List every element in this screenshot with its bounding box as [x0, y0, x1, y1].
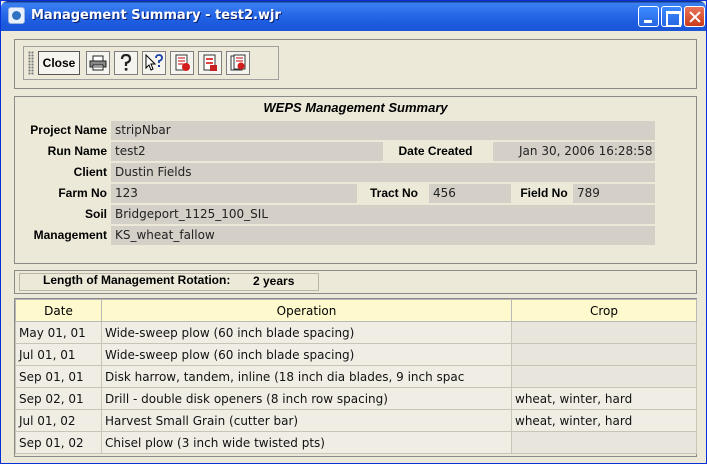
table-row[interactable]: Sep 01, 02 Chisel plow (3 inch wide twis… [15, 431, 697, 454]
summary-title: WEPS Management Summary [263, 100, 448, 115]
field-no-label: Field No [520, 186, 568, 200]
app-icon[interactable] [8, 7, 25, 24]
project-name-value: stripNbar [111, 121, 655, 140]
cell-operation[interactable]: Disk harrow, tandem, inline (18 inch dia… [101, 365, 512, 388]
cell-crop[interactable]: wheat, winter, hard [511, 387, 697, 410]
cell-operation[interactable]: Wide-sweep plow (60 inch blade spacing) [101, 343, 512, 366]
management-label: Management [33, 228, 107, 242]
report-doc-icon [203, 54, 217, 71]
minimize-button[interactable] [638, 6, 659, 27]
cell-crop[interactable] [511, 365, 697, 388]
management-value: KS_wheat_fallow [111, 226, 655, 245]
table-row[interactable]: Sep 01, 01 Disk harrow, tandem, inline (… [15, 365, 697, 388]
help-button[interactable] [114, 51, 138, 75]
close-button[interactable]: Close [38, 51, 80, 75]
maximize-button[interactable] [661, 6, 682, 27]
table-row[interactable]: May 01, 01 Wide-sweep plow (60 inch blad… [15, 321, 697, 344]
table-header-row: Date Operation Crop [15, 299, 697, 322]
soil-value: Bridgeport_1125_100_SIL [111, 205, 655, 224]
context-help-icon [145, 54, 163, 71]
tract-no-label: Tract No [369, 186, 418, 200]
cell-operation[interactable]: Drill - double disk openers (8 inch row … [101, 387, 512, 410]
cell-date[interactable]: Jul 01, 02 [15, 409, 102, 432]
toolbar: Close [23, 46, 279, 80]
cell-operation[interactable]: Chisel plow (3 inch wide twisted pts) [101, 431, 512, 454]
document-button[interactable] [198, 51, 222, 75]
report-close-icon [230, 54, 246, 71]
table-row[interactable]: Jul 01, 01 Wide-sweep plow (60 inch blad… [15, 343, 697, 366]
printer-icon [89, 55, 107, 71]
run-name-value: test2 [111, 142, 383, 161]
print-button[interactable] [86, 51, 110, 75]
context-help-button[interactable] [142, 51, 166, 75]
tract-no-value: 456 [429, 184, 511, 203]
cell-date[interactable]: Sep 01, 01 [15, 365, 102, 388]
rotation-label: Length of Management Rotation: [43, 273, 231, 287]
cell-date[interactable]: Jul 01, 01 [15, 343, 102, 366]
run-name-label: Run Name [47, 144, 107, 158]
operations-panel: Date Operation Crop May 01, 01 Wide-swee… [14, 298, 697, 457]
farm-no-label: Farm No [58, 186, 107, 200]
window-close-button[interactable] [684, 6, 705, 27]
table-row[interactable]: Jul 01, 02 Harvest Small Grain (cutter b… [15, 409, 697, 432]
cell-crop[interactable] [511, 321, 697, 344]
report-close-button[interactable] [226, 51, 250, 75]
client-value: Dustin Fields [111, 163, 655, 182]
toolbar-panel: Close [14, 39, 697, 89]
help-icon [120, 54, 132, 71]
operations-table: Date Operation Crop May 01, 01 Wide-swee… [15, 299, 697, 454]
rotation-value: 2 years [253, 274, 295, 288]
field-no-value: 789 [573, 184, 655, 203]
cell-date[interactable]: May 01, 01 [15, 321, 102, 344]
cell-date[interactable]: Sep 02, 01 [15, 387, 102, 410]
client-label: Client [73, 165, 107, 179]
farm-no-value: 123 [111, 184, 357, 203]
toolbar-grip-handle[interactable] [28, 51, 34, 75]
cell-date[interactable]: Sep 01, 02 [15, 431, 102, 454]
cell-crop[interactable] [511, 343, 697, 366]
summary-panel: WEPS Management Summary Project Name str… [14, 96, 697, 264]
column-header-date[interactable]: Date [15, 299, 102, 322]
soil-label: Soil [84, 207, 107, 221]
project-name-label: Project Name [30, 123, 107, 137]
report-button[interactable] [170, 51, 194, 75]
window-content: Close WEPS Management Summary Project Na… [4, 31, 703, 461]
column-header-operation[interactable]: Operation [101, 299, 512, 322]
report-red-icon [175, 54, 190, 71]
table-row[interactable]: Sep 02, 01 Drill - double disk openers (… [15, 387, 697, 410]
title-bar[interactable]: Management Summary - test2.wjr [1, 1, 706, 31]
window-title: Management Summary - test2.wjr [31, 8, 281, 23]
cell-operation[interactable]: Wide-sweep plow (60 inch blade spacing) [101, 321, 512, 344]
cell-crop[interactable]: wheat, winter, hard [511, 409, 697, 432]
cell-operation[interactable]: Harvest Small Grain (cutter bar) [101, 409, 512, 432]
cell-crop[interactable] [511, 431, 697, 454]
column-header-crop[interactable]: Crop [511, 299, 697, 322]
date-created-label: Date Created [398, 144, 473, 158]
management-summary-window: Management Summary - test2.wjr Close WEP… [0, 0, 707, 464]
date-created-value: Jan 30, 2006 16:28:58 [493, 142, 655, 161]
rotation-panel: Length of Management Rotation: 2 years [14, 270, 697, 294]
